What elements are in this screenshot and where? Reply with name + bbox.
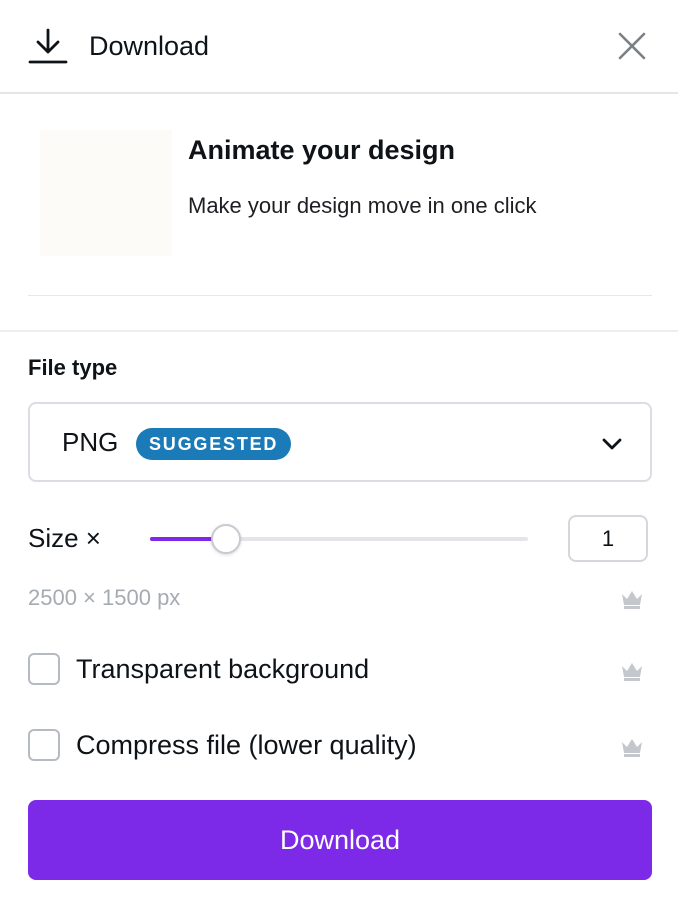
transparent-background-label: Transparent background bbox=[76, 654, 370, 684]
download-icon bbox=[28, 28, 68, 64]
dialog-header: Download bbox=[0, 0, 678, 94]
transparent-background-checkbox[interactable] bbox=[28, 653, 60, 685]
compress-file-option[interactable]: Compress file (lower quality) bbox=[28, 726, 652, 766]
slider-thumb[interactable] bbox=[211, 524, 241, 554]
close-icon[interactable] bbox=[614, 28, 650, 64]
download-button[interactable]: Download bbox=[28, 800, 652, 880]
compress-file-label: Compress file (lower quality) bbox=[76, 730, 417, 760]
file-type-value: PNG bbox=[62, 427, 119, 457]
file-type-select[interactable]: PNG SUGGESTED bbox=[28, 402, 652, 482]
dialog-title: Download bbox=[89, 31, 210, 61]
chevron-down-icon bbox=[602, 438, 622, 450]
size-label: Size × bbox=[28, 523, 101, 553]
crown-icon bbox=[622, 739, 642, 757]
promo-title: Animate your design bbox=[188, 135, 456, 165]
promo-thumbnail bbox=[40, 130, 172, 256]
crown-icon bbox=[622, 591, 642, 609]
size-slider[interactable] bbox=[150, 524, 528, 554]
animate-promo[interactable]: Animate your design Make your design mov… bbox=[28, 94, 652, 296]
crown-icon bbox=[622, 663, 642, 681]
promo-subtitle: Make your design move in one click bbox=[188, 193, 537, 218]
size-input[interactable] bbox=[568, 515, 648, 562]
suggested-badge: SUGGESTED bbox=[136, 428, 292, 460]
compress-file-checkbox[interactable] bbox=[28, 729, 60, 761]
transparent-background-option[interactable]: Transparent background bbox=[28, 650, 652, 690]
file-type-label: File type bbox=[28, 355, 118, 380]
dimensions-text: 2500 × 1500 px bbox=[28, 585, 181, 610]
section-divider bbox=[0, 330, 678, 332]
